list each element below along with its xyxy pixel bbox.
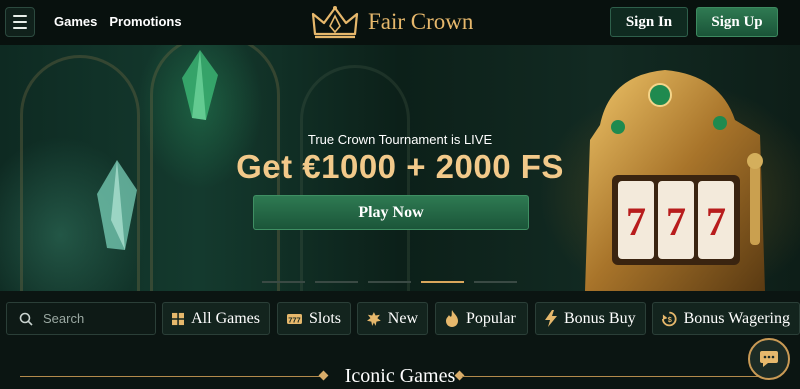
menu-bar — [13, 15, 27, 17]
hero-title: Get €1000 + 2000 FS — [236, 148, 564, 185]
category-label: Slots — [308, 309, 341, 327]
carousel-dot[interactable] — [262, 281, 305, 283]
crystal-decoration — [182, 50, 218, 120]
crown-icon — [311, 6, 359, 39]
hero-subtitle: True Crown Tournament is LIVE — [307, 132, 493, 147]
menu-bar — [13, 27, 27, 29]
search-placeholder: Search — [43, 311, 85, 326]
svg-text:7: 7 — [706, 199, 726, 244]
carousel-dot[interactable] — [368, 281, 411, 283]
new-badge-icon — [367, 311, 381, 326]
section-header: Iconic Games — [0, 363, 800, 389]
slot-777-icon: 777 — [287, 313, 302, 324]
nav-link-promotions[interactable]: Promotions — [109, 14, 181, 29]
category-new[interactable]: New — [357, 302, 428, 335]
sign-in-button[interactable]: Sign In — [610, 7, 688, 37]
divider — [462, 376, 780, 377]
category-bonus-wagering[interactable]: $ Bonus Wagering — [652, 302, 800, 335]
sign-up-button[interactable]: Sign Up — [696, 7, 778, 37]
carousel-dot[interactable] — [474, 281, 517, 283]
play-now-button[interactable]: Play Now — [253, 195, 529, 230]
menu-button[interactable] — [5, 7, 35, 37]
diamond-ornament — [318, 370, 329, 381]
nav-link-games[interactable]: Games — [54, 14, 97, 29]
section-title: Iconic Games — [340, 364, 460, 388]
chat-button[interactable] — [748, 338, 790, 380]
logo-text: Fair Crown — [368, 9, 474, 34]
category-all-games[interactable]: All Games — [162, 302, 270, 335]
chat-bubble-icon — [760, 351, 778, 367]
svg-text:$: $ — [668, 315, 672, 324]
svg-text:7: 7 — [626, 199, 646, 244]
category-bonus-buy[interactable]: Bonus Buy — [535, 302, 646, 335]
search-icon — [19, 312, 33, 326]
carousel-indicators — [262, 281, 517, 283]
divider — [20, 376, 320, 377]
site-header: Games Promotions Fair Crown Sign In Sign… — [0, 0, 800, 45]
logo[interactable]: Fair Crown — [310, 4, 473, 40]
svg-text:7: 7 — [666, 199, 686, 244]
category-label: All Games — [191, 309, 260, 327]
category-label: Bonus Wagering — [683, 309, 790, 327]
main-nav: Games Promotions — [54, 14, 182, 29]
category-label: Bonus Buy — [564, 309, 636, 327]
category-label: Popular — [466, 309, 516, 327]
category-popular[interactable]: Popular — [435, 302, 528, 335]
lightning-icon — [545, 310, 557, 327]
menu-bar — [13, 21, 27, 23]
carousel-dot[interactable] — [315, 281, 358, 283]
wagering-icon: $ — [662, 311, 677, 326]
category-slots[interactable]: 777 Slots — [277, 302, 351, 335]
category-label: New — [387, 309, 418, 327]
flame-icon — [446, 310, 458, 327]
grid-icon — [172, 312, 185, 325]
svg-text:777: 777 — [288, 315, 301, 324]
hero-banner[interactable]: 7 7 7 True Crown Tournament is LIVE Get … — [0, 45, 800, 291]
search-input[interactable]: Search — [6, 302, 156, 335]
carousel-dot-active[interactable] — [421, 281, 464, 283]
